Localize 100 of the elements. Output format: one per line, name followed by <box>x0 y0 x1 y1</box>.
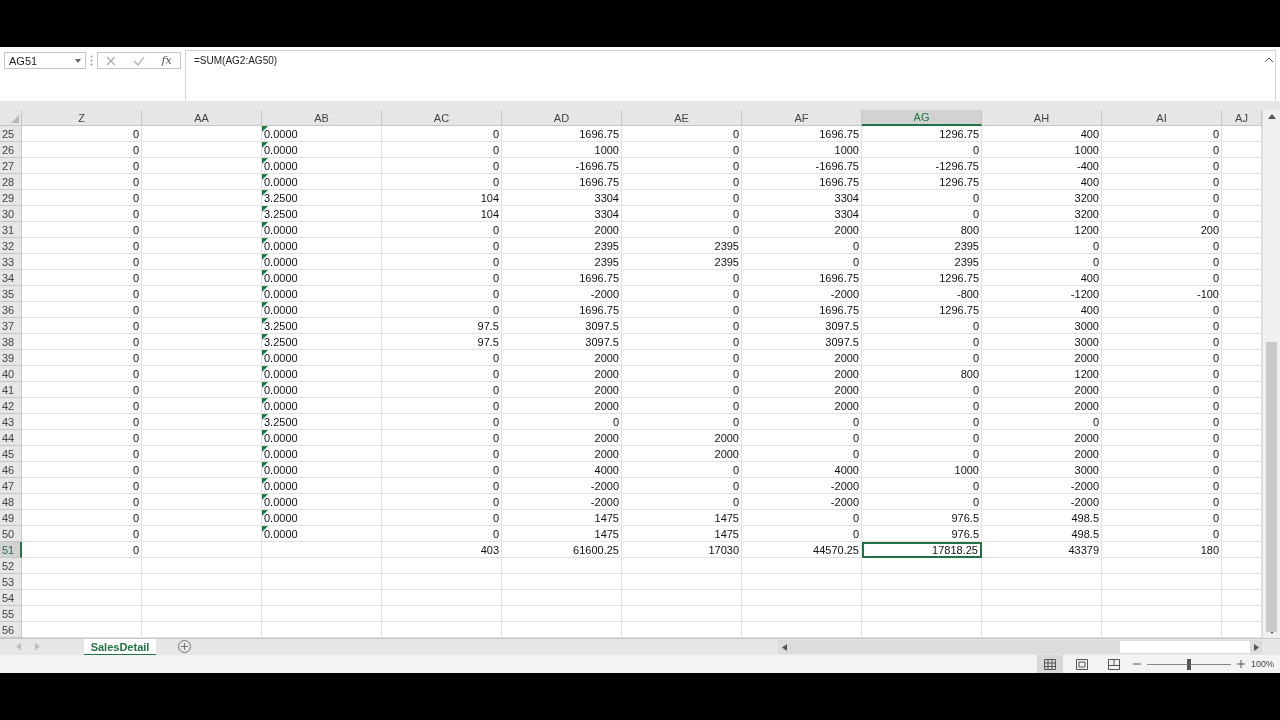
table-cell[interactable]: 2000 <box>742 350 862 366</box>
table-cell[interactable]: 0 <box>862 398 982 414</box>
table-cell[interactable]: 0 <box>622 478 742 494</box>
table-cell[interactable]: 0 <box>22 542 142 558</box>
table-cell[interactable]: 0 <box>1102 254 1222 270</box>
table-cell[interactable] <box>262 542 382 558</box>
table-cell[interactable] <box>142 286 262 302</box>
table-cell[interactable]: -100 <box>1102 286 1222 302</box>
table-cell[interactable]: 1296.75 <box>862 270 982 286</box>
table-cell[interactable] <box>22 574 142 590</box>
insert-function-button[interactable]: fx <box>161 54 172 67</box>
table-cell[interactable]: 0 <box>862 494 982 510</box>
table-cell[interactable]: 0 <box>1102 446 1222 462</box>
table-cell[interactable]: 1696.75 <box>502 126 622 142</box>
scroll-up-icon[interactable] <box>1267 114 1276 119</box>
table-cell[interactable]: 1696.75 <box>742 174 862 190</box>
add-sheet-icon[interactable] <box>178 640 191 653</box>
table-cell[interactable]: 0 <box>742 526 862 542</box>
table-cell[interactable] <box>982 574 1102 590</box>
table-cell[interactable]: 0 <box>622 222 742 238</box>
table-cell[interactable]: -1296.75 <box>862 158 982 174</box>
table-cell[interactable]: 0 <box>22 174 142 190</box>
table-cell[interactable] <box>982 606 1102 622</box>
table-cell[interactable]: 2395 <box>862 254 982 270</box>
table-cell[interactable]: 0 <box>22 318 142 334</box>
table-cell[interactable] <box>622 558 742 574</box>
table-cell[interactable]: 1475 <box>622 526 742 542</box>
view-button[interactable] <box>1036 655 1063 673</box>
table-cell[interactable]: 2395 <box>502 238 622 254</box>
table-cell[interactable]: 0 <box>1102 174 1222 190</box>
table-cell[interactable]: 0 <box>22 510 142 526</box>
row-header[interactable]: 25 <box>0 126 22 142</box>
table-cell[interactable]: 0 <box>382 270 502 286</box>
column-header[interactable]: AJ <box>1222 110 1262 126</box>
table-cell[interactable]: 0 <box>382 510 502 526</box>
table-cell[interactable]: 0.0000 <box>262 158 382 174</box>
column-header[interactable]: AF <box>742 110 862 126</box>
table-cell[interactable]: 0 <box>382 414 502 430</box>
table-cell[interactable]: 0 <box>1102 270 1222 286</box>
table-cell[interactable]: 3097.5 <box>742 318 862 334</box>
table-cell[interactable]: 0 <box>862 142 982 158</box>
table-cell[interactable]: 3304 <box>502 190 622 206</box>
table-cell[interactable]: 0 <box>382 398 502 414</box>
table-cell[interactable]: 403 <box>382 542 502 558</box>
cancel-icon[interactable] <box>106 55 117 66</box>
table-cell[interactable]: 0 <box>1102 238 1222 254</box>
table-cell[interactable]: 1696.75 <box>502 270 622 286</box>
table-cell[interactable]: 3.2500 <box>262 318 382 334</box>
column-header[interactable]: AG <box>862 110 982 126</box>
table-cell[interactable]: 61600.25 <box>502 542 622 558</box>
table-cell[interactable]: 0 <box>1102 526 1222 542</box>
table-cell[interactable]: 0 <box>622 494 742 510</box>
row-header[interactable]: 45 <box>0 446 22 462</box>
table-cell[interactable]: 1696.75 <box>742 302 862 318</box>
table-cell[interactable]: 3.2500 <box>262 334 382 350</box>
table-cell[interactable]: 97.5 <box>382 334 502 350</box>
table-cell[interactable]: -1200 <box>982 286 1102 302</box>
table-cell[interactable]: 0 <box>22 494 142 510</box>
table-cell[interactable] <box>742 606 862 622</box>
table-cell[interactable]: 2000 <box>982 382 1102 398</box>
row-header[interactable]: 33 <box>0 254 22 270</box>
table-cell[interactable]: 4000 <box>502 462 622 478</box>
table-cell[interactable]: 180 <box>1102 542 1222 558</box>
table-cell[interactable]: 0 <box>382 302 502 318</box>
row-header[interactable]: 47 <box>0 478 22 494</box>
table-cell[interactable]: 0 <box>22 366 142 382</box>
row-header[interactable]: 42 <box>0 398 22 414</box>
table-cell[interactable]: 0 <box>382 286 502 302</box>
table-cell[interactable] <box>142 126 262 142</box>
row-header[interactable]: 28 <box>0 174 22 190</box>
table-cell[interactable]: 0 <box>742 238 862 254</box>
table-cell[interactable] <box>502 574 622 590</box>
table-cell[interactable]: 2000 <box>502 398 622 414</box>
row-header[interactable]: 46 <box>0 462 22 478</box>
scroll-left-icon[interactable] <box>782 643 787 651</box>
table-cell[interactable]: 0 <box>382 526 502 542</box>
column-header[interactable]: AD <box>502 110 622 126</box>
table-cell[interactable]: 0 <box>382 382 502 398</box>
table-cell[interactable]: 104 <box>382 206 502 222</box>
table-cell[interactable]: 1200 <box>982 222 1102 238</box>
zoom-level[interactable]: 100% <box>1250 659 1274 669</box>
table-cell[interactable] <box>742 558 862 574</box>
table-cell[interactable] <box>502 606 622 622</box>
row-header[interactable]: 49 <box>0 510 22 526</box>
table-cell[interactable] <box>142 542 262 558</box>
row-header[interactable]: 39 <box>0 350 22 366</box>
table-cell[interactable] <box>382 590 502 606</box>
row-header[interactable]: 53 <box>0 574 22 590</box>
table-cell[interactable]: 0 <box>382 446 502 462</box>
row-header[interactable]: 51 <box>0 542 22 558</box>
table-cell[interactable]: 0.0000 <box>262 142 382 158</box>
table-cell[interactable] <box>142 222 262 238</box>
table-cell[interactable]: 3000 <box>982 318 1102 334</box>
table-cell[interactable] <box>262 558 382 574</box>
table-cell[interactable]: 1475 <box>502 510 622 526</box>
table-cell[interactable]: 0 <box>382 126 502 142</box>
table-cell[interactable]: 0 <box>742 414 862 430</box>
table-cell[interactable]: 2000 <box>982 446 1102 462</box>
table-cell[interactable]: 0 <box>622 286 742 302</box>
table-cell[interactable]: 0.0000 <box>262 302 382 318</box>
